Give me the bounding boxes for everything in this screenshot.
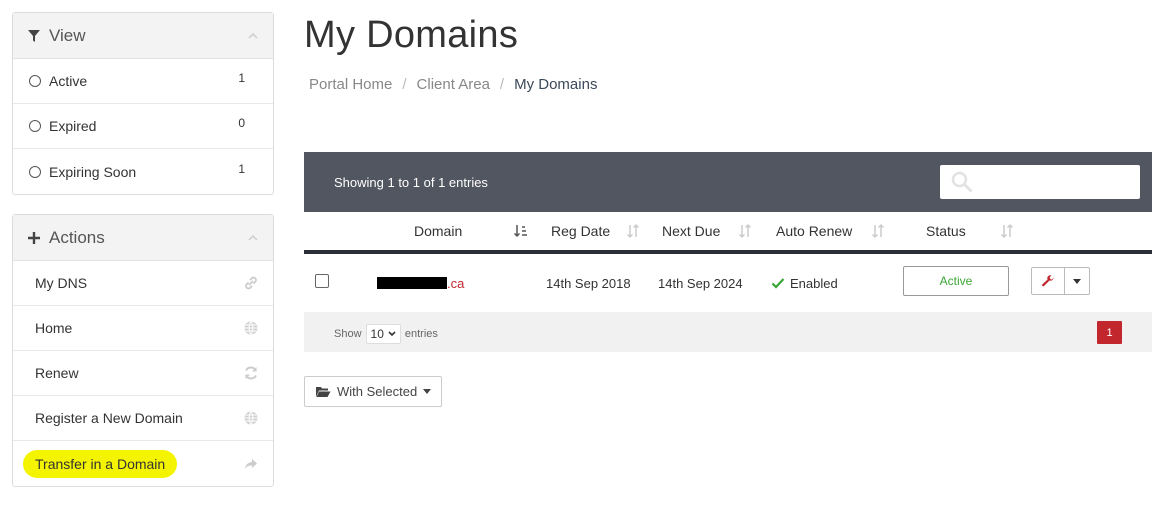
column-reg-date[interactable]: Reg Date xyxy=(551,212,610,250)
search-icon xyxy=(951,171,973,193)
page-size-select[interactable]: 10 xyxy=(365,324,401,344)
redacted-domain xyxy=(377,277,447,289)
sort-asc-icon[interactable] xyxy=(513,223,529,239)
filter-expired[interactable]: Expired 0 xyxy=(13,104,273,149)
breadcrumb-client-area[interactable]: Client Area xyxy=(417,76,490,93)
plus-icon xyxy=(28,231,40,244)
table-footer: Show 10 entries 1 xyxy=(304,312,1152,352)
action-label: Transfer in a Domain xyxy=(23,449,178,478)
sort-icon[interactable] xyxy=(737,223,753,239)
filter-count: 1 xyxy=(238,161,245,176)
action-label: My DNS xyxy=(35,275,88,291)
breadcrumb-current: My Domains xyxy=(514,76,598,93)
chevron-up-icon[interactable] xyxy=(247,30,259,42)
action-register-domain[interactable]: Register a New Domain xyxy=(13,396,273,441)
filter-expiring-soon[interactable]: Expiring Soon 1 xyxy=(13,149,273,194)
action-label: Register a New Domain xyxy=(35,410,183,426)
page-size-value: 10 xyxy=(370,327,384,341)
view-panel-header[interactable]: View xyxy=(13,13,273,59)
show-label: Show xyxy=(334,328,362,340)
next-due-cell: 14th Sep 2024 xyxy=(658,275,743,291)
table-header: Domain Reg Date Next Due Auto Renew Stat… xyxy=(304,212,1152,254)
column-domain[interactable]: Domain xyxy=(414,212,462,250)
refresh-icon xyxy=(245,366,257,380)
table-info: Showing 1 to 1 of 1 entries xyxy=(334,174,488,190)
filter-label: Expired xyxy=(49,118,97,134)
action-my-dns[interactable]: My DNS xyxy=(13,261,273,306)
manage-button[interactable] xyxy=(1031,267,1065,295)
radio-icon[interactable] xyxy=(29,120,41,132)
status-badge[interactable]: Active xyxy=(903,266,1009,296)
chevron-up-icon[interactable] xyxy=(247,232,259,244)
row-dropdown-button[interactable] xyxy=(1065,267,1090,295)
domain-suffix[interactable]: .ca xyxy=(447,276,464,291)
action-label: Renew xyxy=(35,365,79,381)
row-actions xyxy=(1031,267,1090,295)
auto-renew-cell: Enabled xyxy=(771,254,838,312)
action-home[interactable]: Home xyxy=(13,306,273,351)
chevron-down-icon xyxy=(388,331,396,337)
column-status[interactable]: Status xyxy=(926,212,966,250)
filter-count: 0 xyxy=(238,116,245,130)
sort-icon[interactable] xyxy=(625,223,641,239)
caret-down-icon xyxy=(423,389,432,394)
actions-panel-title: Actions xyxy=(49,227,105,247)
view-panel-title: View xyxy=(49,25,86,45)
filter-label: Active xyxy=(49,73,88,89)
share-icon xyxy=(245,458,257,469)
globe-icon xyxy=(244,321,258,335)
page-button-current[interactable]: 1 xyxy=(1097,321,1122,344)
globe-icon xyxy=(244,411,258,425)
breadcrumb-portal-home[interactable]: Portal Home xyxy=(309,76,392,93)
with-selected-button[interactable]: With Selected xyxy=(304,376,443,407)
sort-icon[interactable] xyxy=(999,223,1015,239)
with-selected-label: With Selected xyxy=(337,384,418,399)
filter-icon xyxy=(28,29,40,42)
link-icon xyxy=(245,276,257,290)
page-title: My Domains xyxy=(304,14,519,56)
filter-active[interactable]: Active 1 xyxy=(13,59,273,104)
page-size-control: Show 10 entries xyxy=(334,324,438,344)
action-renew[interactable]: Renew xyxy=(13,351,273,396)
caret-down-icon xyxy=(1073,278,1081,284)
action-transfer-domain[interactable]: Transfer in a Domain xyxy=(13,441,273,486)
view-panel: View Active 1 Expired 0 Expiring Soon 1 xyxy=(12,12,274,195)
table-row[interactable]: .ca 14th Sep 2018 14th Sep 2024 Enabled … xyxy=(304,254,1152,312)
breadcrumb-separator: / xyxy=(499,76,505,93)
search-input[interactable] xyxy=(940,165,1140,199)
domains-table: Showing 1 to 1 of 1 entries Domain Reg D… xyxy=(304,152,1152,352)
check-icon xyxy=(771,278,785,289)
sort-icon[interactable] xyxy=(870,223,886,239)
filter-label: Expiring Soon xyxy=(49,163,137,180)
actions-panel-header[interactable]: Actions xyxy=(13,215,273,261)
radio-icon[interactable] xyxy=(29,165,41,178)
breadcrumb-separator: / xyxy=(402,76,407,93)
column-auto-renew[interactable]: Auto Renew xyxy=(776,212,852,250)
action-label: Home xyxy=(35,320,73,336)
actions-panel: Actions My DNS Home Renew Register a New… xyxy=(12,214,274,487)
domain-cell[interactable]: .ca xyxy=(377,254,464,312)
breadcrumb: Portal Home / Client Area / My Domains xyxy=(309,76,597,93)
reg-date-cell: 14th Sep 2018 xyxy=(546,275,631,291)
folder-open-icon xyxy=(316,386,331,397)
column-next-due[interactable]: Next Due xyxy=(662,212,720,250)
radio-icon[interactable] xyxy=(29,75,41,87)
filter-count: 1 xyxy=(238,71,245,85)
entries-label: entries xyxy=(404,328,438,340)
table-toolbar: Showing 1 to 1 of 1 entries xyxy=(304,152,1152,212)
wrench-icon xyxy=(1042,275,1054,287)
auto-renew-label: Enabled xyxy=(790,275,838,291)
row-checkbox[interactable] xyxy=(315,274,329,288)
